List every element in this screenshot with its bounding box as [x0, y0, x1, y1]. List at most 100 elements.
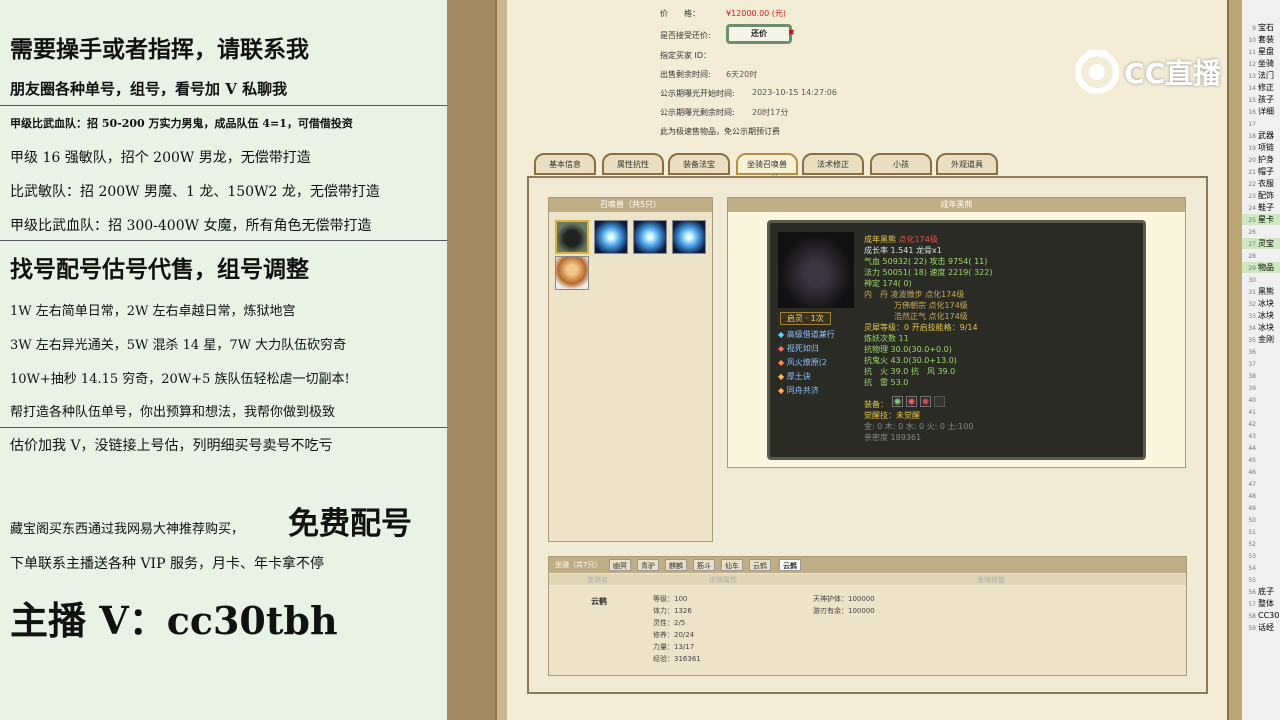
mount-tab[interactable]: 筋斗 — [693, 559, 715, 571]
side-list-row[interactable]: 57 整体 — [1242, 598, 1280, 609]
row-number: 44 — [1248, 445, 1256, 452]
ice-pet-icon[interactable] — [594, 220, 628, 254]
side-list-row[interactable]: 11 星盘 — [1242, 46, 1280, 57]
tab-spell-fix[interactable]: 法术修正 — [802, 153, 864, 175]
side-list-row[interactable]: 43 — [1242, 430, 1280, 441]
tab-mount-summon[interactable]: 坐骑召唤兽 — [736, 153, 798, 175]
side-list-row[interactable]: 30 — [1242, 274, 1280, 285]
side-list-row[interactable]: 48 — [1242, 490, 1280, 501]
ice-pet-icon[interactable] — [633, 220, 667, 254]
pet-detail-title: 成年黑熊 — [728, 198, 1185, 212]
mount-tab[interactable]: 青驴 — [637, 559, 659, 571]
side-list-row[interactable]: 12 坐骑 — [1242, 58, 1280, 69]
side-list-row[interactable]: 10 套装 — [1242, 34, 1280, 45]
ad-line-7: 找号配号估号代售，组号调整 — [10, 256, 309, 283]
pet-skill-5[interactable]: ◆ 同舟共济 — [778, 385, 819, 396]
mount-tab-active[interactable]: 云鹤 — [779, 559, 801, 571]
golden-pet-icon[interactable] — [555, 256, 589, 290]
mount-tab[interactable]: 云鹤 — [749, 559, 771, 571]
row-number: 46 — [1248, 469, 1256, 476]
side-list-row[interactable]: 34 冰块 — [1242, 322, 1280, 333]
side-list-row[interactable]: 40 — [1242, 394, 1280, 405]
side-list-row[interactable]: 26 — [1242, 226, 1280, 237]
side-list-row[interactable]: 13 法门 — [1242, 70, 1280, 81]
side-list-row[interactable]: 23 配饰 — [1242, 190, 1280, 201]
side-list-row[interactable]: 41 — [1242, 406, 1280, 417]
mount-tab[interactable]: 仙车 — [721, 559, 743, 571]
side-list-row[interactable]: 45 — [1242, 454, 1280, 465]
pet-name: 成年黑熊 点化174级 — [864, 235, 938, 244]
tab-equipment[interactable]: 装备法宝 — [668, 153, 730, 175]
side-list-row[interactable]: 17 — [1242, 118, 1280, 129]
side-list-row[interactable]: 46 — [1242, 466, 1280, 477]
side-list-row[interactable]: 32 冰块 — [1242, 298, 1280, 309]
side-list-row[interactable]: 44 — [1242, 442, 1280, 453]
row-label: 项链 — [1258, 143, 1274, 152]
side-list-row[interactable]: 18 武器 — [1242, 130, 1280, 141]
equip-slot-icon[interactable] — [906, 396, 917, 407]
side-list-row[interactable]: 52 — [1242, 538, 1280, 549]
row-number: 25 — [1248, 217, 1256, 224]
side-list-row[interactable]: 54 — [1242, 562, 1280, 573]
side-list-row[interactable]: 15 孩子 — [1242, 94, 1280, 105]
side-list-row[interactable]: 20 护身 — [1242, 154, 1280, 165]
side-list-row[interactable]: 36 — [1242, 346, 1280, 357]
close-icon[interactable]: ✖ — [788, 28, 795, 37]
side-list-row[interactable]: 28 — [1242, 250, 1280, 261]
side-list-row[interactable]: 38 — [1242, 370, 1280, 381]
side-list-row[interactable]: 59 话经 — [1242, 622, 1280, 633]
side-list-row[interactable]: 55 — [1242, 574, 1280, 585]
cc-live-text: CC直播 — [1124, 57, 1222, 90]
side-list-row[interactable]: 58 CC30 — [1242, 610, 1280, 621]
side-list-row[interactable]: 49 — [1242, 502, 1280, 513]
side-list-row[interactable]: 42 — [1242, 418, 1280, 429]
side-list-row[interactable]: 22 衣服 — [1242, 178, 1280, 189]
side-list-row[interactable]: 33 冰块 — [1242, 310, 1280, 321]
expose-start-value: 2023-10-15 14:27:06 — [752, 88, 837, 97]
side-list-row[interactable]: 56 底子 — [1242, 586, 1280, 597]
side-list-row[interactable]: 14 修正 — [1242, 82, 1280, 93]
mount-tab[interactable]: 麒麟 — [665, 559, 687, 571]
pet-skill-3[interactable]: ◆ 风火燎原(2 — [778, 357, 827, 368]
pet-skill-1[interactable]: ◆ 高级借道兼行 — [778, 329, 835, 340]
tab-appearance[interactable]: 外观道具 — [936, 153, 998, 175]
equip-slot-icon[interactable] — [920, 396, 931, 407]
ad-line-12: 估价加我 V，没链接上号估，列明细买号卖号不吃亏 — [10, 438, 333, 454]
equip-slot-icon[interactable] — [892, 396, 903, 407]
mount-panel: 坐骑（共7只） 幽冥 青驴 麒麟 筋斗 仙车 云鹤 云鹤 坐骑名 坐骑属性 坐骑… — [548, 556, 1187, 676]
side-list-row[interactable]: 37 — [1242, 358, 1280, 369]
side-list-row[interactable]: 9 宝石 — [1242, 22, 1280, 33]
side-list-row[interactable]: 51 — [1242, 526, 1280, 537]
side-list-row[interactable]: 53 — [1242, 550, 1280, 561]
row-number: 58 — [1248, 613, 1256, 620]
side-list-row[interactable]: 16 详细 — [1242, 106, 1280, 117]
window-border — [1227, 0, 1241, 720]
tab-basic-info[interactable]: 基本信息 — [534, 153, 596, 175]
tab-child[interactable]: 小孩 — [870, 153, 932, 175]
row-number: 40 — [1248, 397, 1256, 404]
row-number: 16 — [1248, 109, 1256, 116]
equip-slot-empty[interactable] — [934, 396, 945, 407]
side-list-row[interactable]: 31 黑熊 — [1242, 286, 1280, 297]
tab-attributes[interactable]: 属性抗性 — [602, 153, 664, 175]
mount-tab[interactable]: 幽冥 — [609, 559, 631, 571]
side-list-panel: 9 宝石 10 套装 11 星盘 12 坐骑 13 法门 14 修正 15 孩子 16 详细 17 18 武器 19 项… — [1241, 0, 1280, 720]
row-label: 冰块 — [1258, 311, 1274, 320]
side-list-row[interactable]: 27 灵宝 — [1242, 238, 1280, 249]
side-list-row[interactable]: 29 物品 — [1242, 262, 1280, 273]
side-list-row[interactable]: 35 金刚 — [1242, 334, 1280, 345]
side-list-row[interactable]: 50 — [1242, 514, 1280, 525]
counter-offer-button[interactable]: 还价 — [726, 24, 792, 44]
pet-skill-4[interactable]: ◆ 厚土诀 — [778, 371, 811, 382]
side-list-row[interactable]: 25 星卡 — [1242, 214, 1280, 225]
side-list-row[interactable]: 39 — [1242, 382, 1280, 393]
side-list-row[interactable]: 21 帽子 — [1242, 166, 1280, 177]
side-list-row[interactable]: 24 鞋子 — [1242, 202, 1280, 213]
ice-pet-icon[interactable] — [672, 220, 706, 254]
pet-skill-2[interactable]: ◆ 视死如归 — [778, 343, 819, 354]
row-number: 21 — [1248, 169, 1256, 176]
black-bear-pet-icon[interactable] — [555, 220, 589, 254]
side-list-row[interactable]: 19 项链 — [1242, 142, 1280, 153]
row-number: 24 — [1248, 205, 1256, 212]
side-list-row[interactable]: 47 — [1242, 478, 1280, 489]
